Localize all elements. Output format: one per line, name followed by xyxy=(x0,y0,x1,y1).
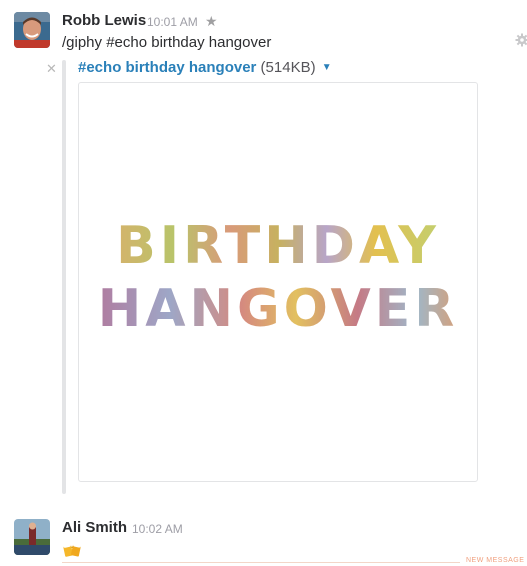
message-timestamp[interactable]: 10:01 AM xyxy=(147,15,198,29)
message-text: /giphy #echo birthday hangover xyxy=(62,34,272,51)
message-timestamp[interactable]: 10:02 AM xyxy=(132,522,183,536)
attachment-border xyxy=(62,60,66,494)
giphy-image[interactable]: BIRTHDAY HANGOVER xyxy=(78,82,478,482)
attachment-title: #echo birthday hangover (514KB) ▼ xyxy=(78,59,332,76)
beers-emoji xyxy=(63,542,81,557)
new-message-label: NEW MESSAGE xyxy=(466,557,525,564)
avatar-ali-smith[interactable] xyxy=(14,519,50,555)
sender-name[interactable]: Robb Lewis xyxy=(62,12,146,29)
avatar-robb-lewis[interactable] xyxy=(14,12,50,48)
image-text-line1: BIRTHDAY xyxy=(116,216,440,276)
new-message-divider xyxy=(62,562,460,563)
star-icon[interactable]: ★ xyxy=(205,14,218,28)
sender-name[interactable]: Ali Smith xyxy=(62,519,127,536)
close-icon[interactable]: ✕ xyxy=(46,62,57,75)
gear-icon[interactable] xyxy=(515,33,527,47)
caret-down-icon[interactable]: ▼ xyxy=(322,62,332,73)
image-text-line2: HANGOVER xyxy=(98,279,459,339)
attachment-size: (514KB) xyxy=(260,59,316,76)
attachment-link[interactable]: #echo birthday hangover xyxy=(78,59,256,76)
